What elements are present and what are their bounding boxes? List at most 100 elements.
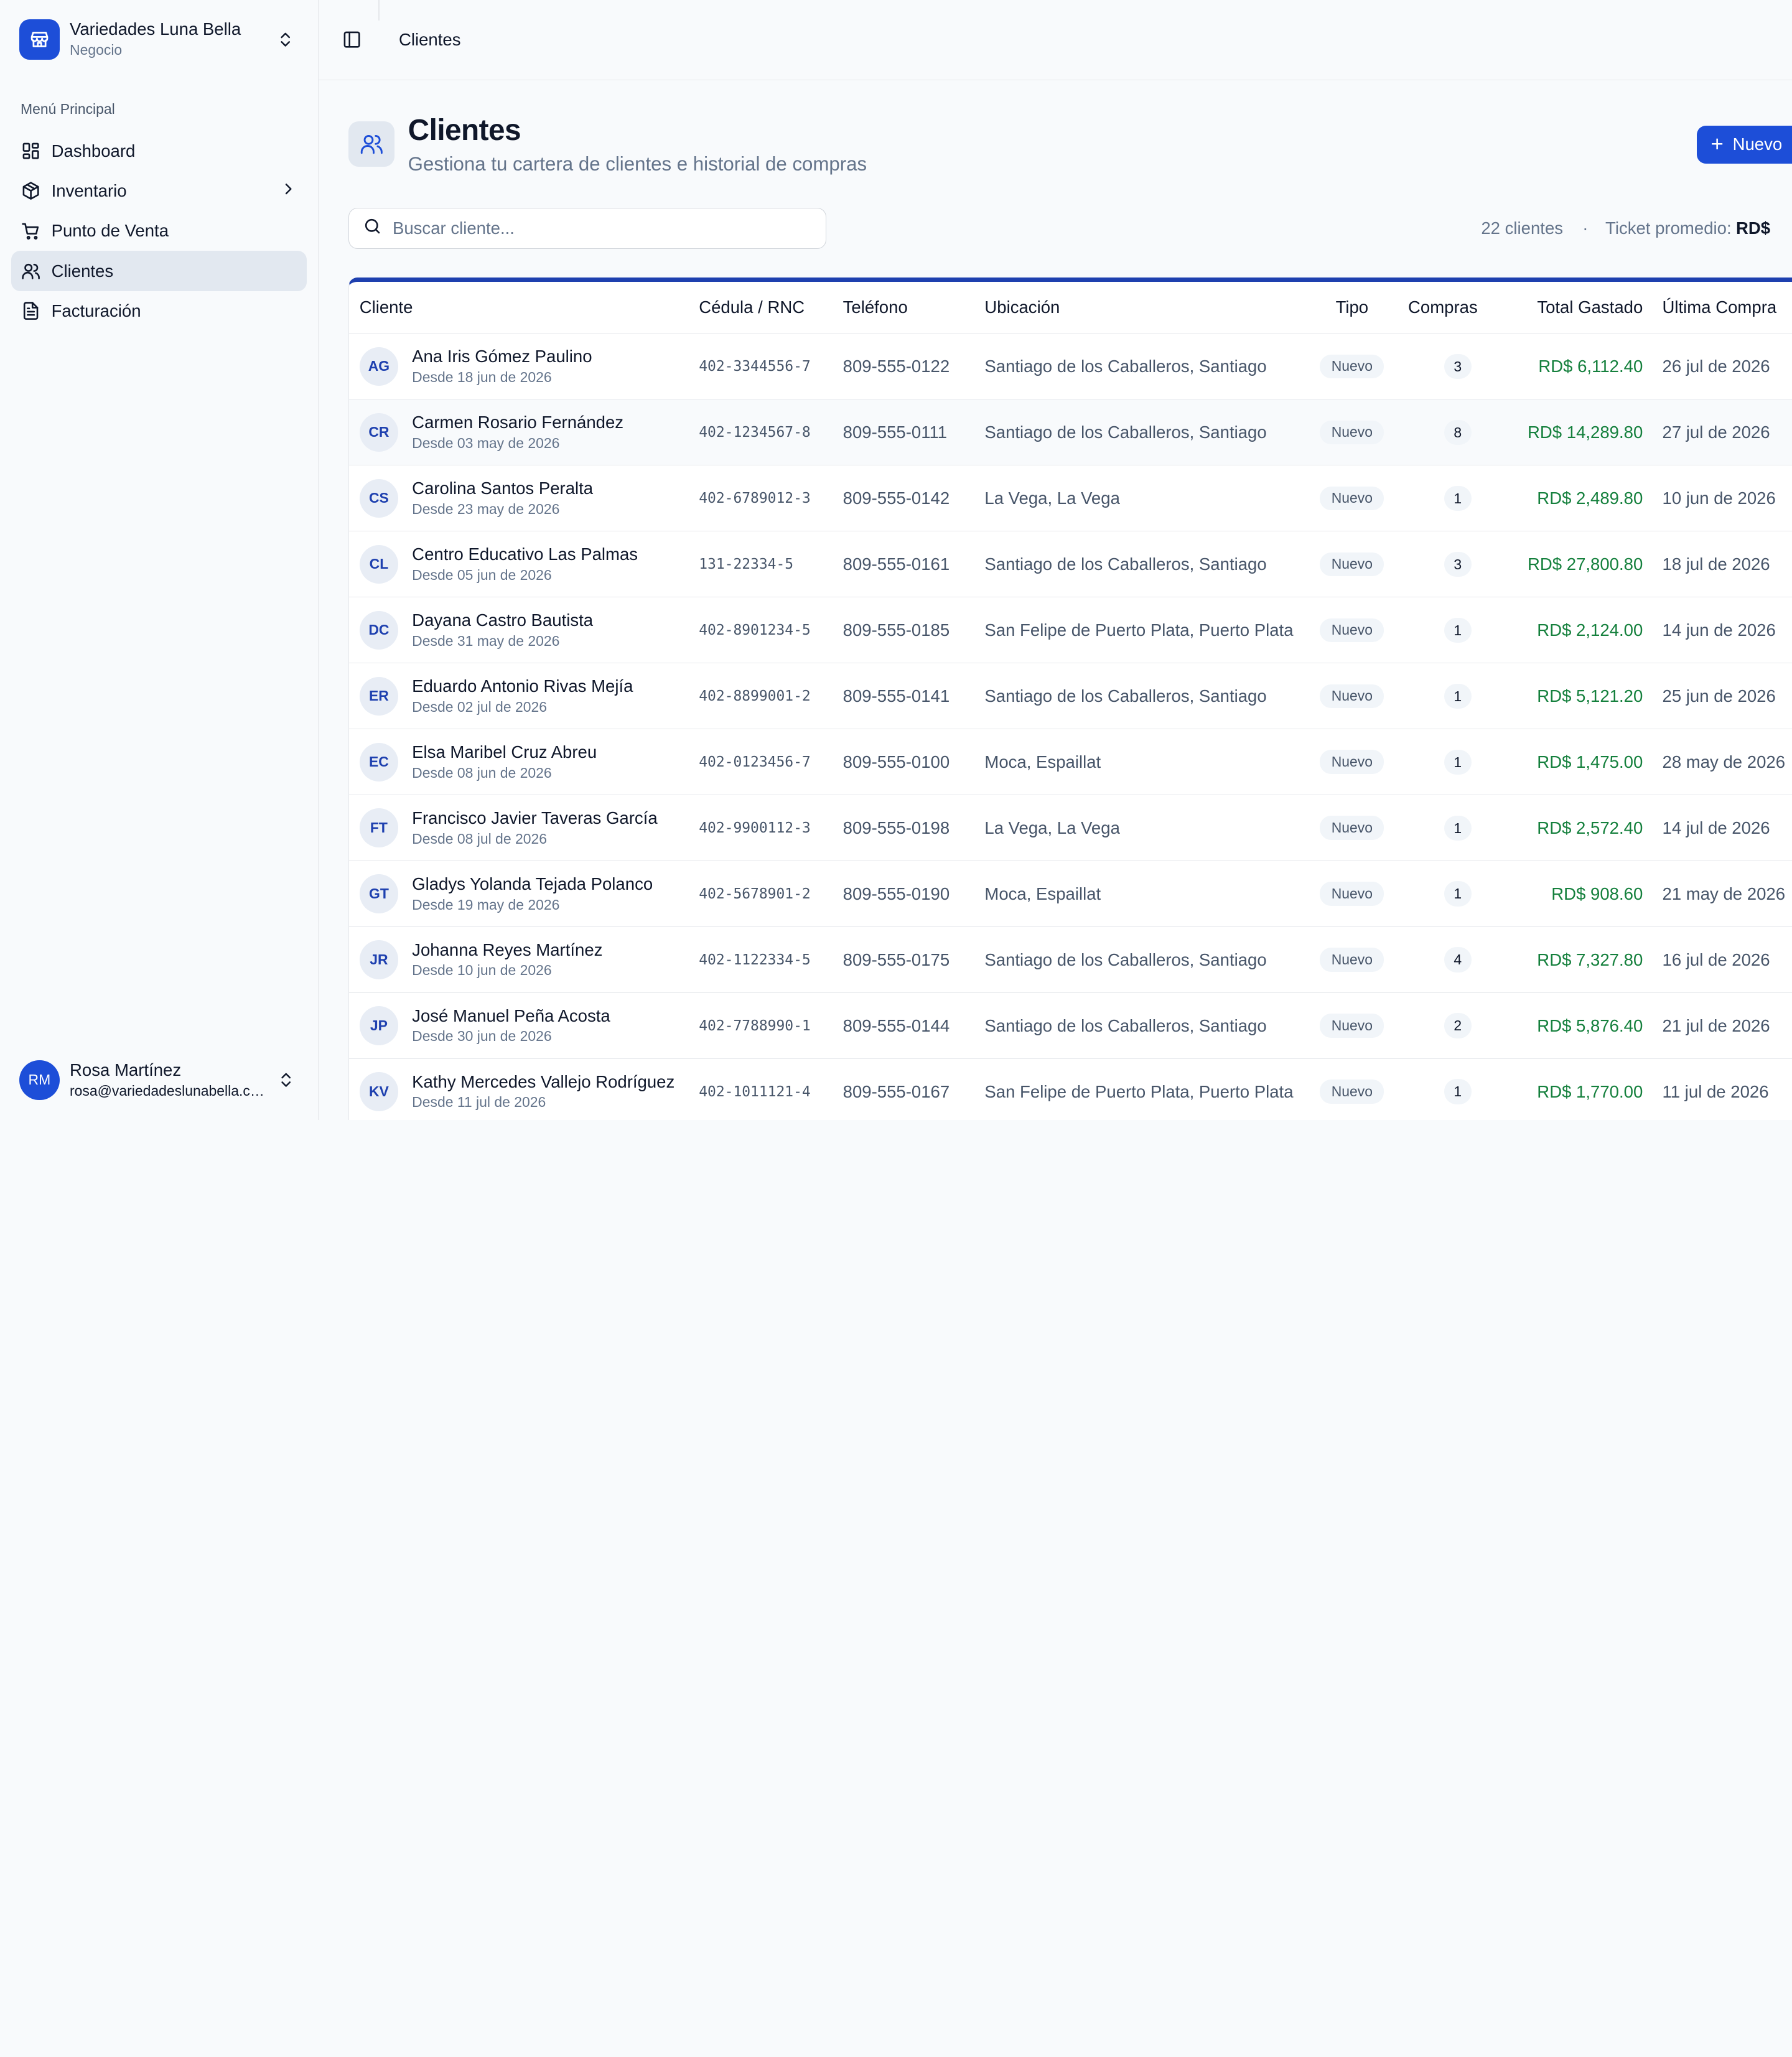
sidebar-item-dashboard[interactable]: Dashboard	[11, 131, 307, 171]
client-since: Desde 03 may de 2026	[412, 434, 560, 451]
client-phone: 809-555-0122	[842, 333, 985, 400]
user-name: Rosa Martínez	[70, 1060, 182, 1080]
chevrons-up-down-icon	[276, 30, 294, 49]
total-spent: RD$ 14,289.80	[1496, 399, 1651, 466]
sidebar-item-inventario[interactable]: Inventario	[11, 171, 307, 211]
total-spent: RD$ 6,112.40	[1496, 333, 1651, 400]
client-avatar: KV	[359, 1072, 399, 1111]
purchase-count: 1	[1444, 749, 1472, 775]
user-menu[interactable]: RM Rosa Martínez rosa@variedadeslunabell…	[0, 1040, 319, 1120]
client-since: Desde 08 jul de 2026	[412, 830, 547, 847]
client-name: José Manuel Peña Acosta	[412, 1005, 610, 1025]
client-type-badge: Nuevo	[1320, 882, 1384, 906]
column-header-compras[interactable]: Compras	[1389, 282, 1497, 334]
purchase-count: 3	[1444, 353, 1472, 380]
client-cedula: 402-5678901-2	[699, 861, 843, 928]
table-row[interactable]: GT Gladys Yolanda Tejada Polanco Desde 19 …	[349, 861, 1792, 928]
total-spent: RD$ 5,876.40	[1496, 992, 1651, 1060]
client-type-badge: Nuevo	[1320, 618, 1384, 643]
purchase-count: 1	[1444, 617, 1472, 643]
chevrons-up-down-icon	[277, 1071, 295, 1089]
table-row[interactable]: CL Centro Educativo Las Palmas Desde 05 ju…	[349, 531, 1792, 598]
sidebar-item-clientes[interactable]: Clientes	[11, 251, 307, 291]
cart-icon	[21, 221, 41, 241]
table-row[interactable]: CR Carmen Rosario Fernández Desde 03 may d…	[349, 399, 1792, 466]
client-name: Centro Educativo Las Palmas	[412, 544, 638, 564]
client-name: Dayana Castro Bautista	[412, 610, 594, 630]
column-header-cedula[interactable]: Cédula / RNC	[699, 282, 843, 334]
client-cedula: 402-1011121-4	[699, 1058, 843, 1120]
table-row[interactable]: JR Johanna Reyes Martínez Desde 10 jun de …	[349, 926, 1792, 994]
last-purchase: 18 jul de 2026	[1651, 531, 1792, 598]
column-header-ubicacion[interactable]: Ubicación	[984, 282, 1315, 334]
total-spent: RD$ 2,489.80	[1496, 465, 1651, 532]
sidebar-item-punto-de-venta[interactable]: Punto de Venta	[11, 211, 307, 251]
search-input[interactable]	[392, 218, 805, 239]
total-spent: RD$ 7,327.80	[1496, 926, 1651, 994]
client-type-badge: Nuevo	[1320, 420, 1384, 445]
column-header-total[interactable]: Total Gastado	[1496, 282, 1651, 334]
total-spent: RD$ 2,124.00	[1496, 597, 1651, 664]
client-name: Elsa Maribel Cruz Abreu	[412, 742, 597, 762]
sidebar-toggle-button[interactable]	[342, 29, 362, 50]
file-text-icon	[21, 301, 41, 321]
column-header-tipo[interactable]: Tipo	[1315, 282, 1389, 334]
client-avatar: CS	[359, 478, 399, 518]
table-row[interactable]: EC Elsa Maribel Cruz Abreu Desde 08 jun de…	[349, 729, 1792, 796]
table-row[interactable]: JP José Manuel Peña Acosta Desde 30 jun de…	[349, 992, 1792, 1060]
table-row[interactable]: KV Kathy Mercedes Vallejo Rodríguez Desde …	[349, 1058, 1792, 1120]
client-avatar: CR	[359, 413, 399, 452]
sidebar-item-facturacion[interactable]: Facturación	[11, 291, 307, 331]
new-client-button[interactable]: + Nuevo	[1697, 126, 1792, 164]
package-icon	[21, 181, 41, 202]
column-header-telefono[interactable]: Teléfono	[842, 282, 985, 334]
table-row[interactable]: DC Dayana Castro Bautista Desde 31 may de …	[349, 597, 1792, 664]
client-phone: 809-555-0198	[842, 795, 985, 862]
client-phone: 809-555-0144	[842, 992, 985, 1060]
client-type-badge: Nuevo	[1320, 750, 1384, 775]
last-purchase: 14 jun de 2026	[1651, 597, 1792, 664]
purchase-count: 1	[1444, 683, 1472, 709]
client-cedula: 402-7788990-1	[699, 992, 843, 1060]
client-name: Carolina Santos Peralta	[412, 478, 594, 498]
topbar: Clientes	[319, 0, 1792, 80]
main-content: Clientes Clientes Gestiona tu cartera de…	[319, 0, 1792, 1120]
business-switcher[interactable]: Variedades Luna Bella Negocio	[0, 0, 318, 62]
client-phone: 809-555-0161	[842, 531, 985, 598]
client-cedula: 402-8901234-5	[699, 597, 843, 664]
sidebar-item-label: Dashboard	[51, 141, 136, 161]
last-purchase: 14 jul de 2026	[1651, 795, 1792, 862]
sidebar-item-label: Inventario	[51, 181, 127, 201]
client-type-badge: Nuevo	[1320, 816, 1384, 840]
table-row[interactable]: FT Francisco Javier Taveras García Desde 0…	[349, 795, 1792, 862]
client-type-badge: Nuevo	[1320, 354, 1384, 379]
client-type-badge: Nuevo	[1320, 948, 1384, 972]
column-header-cliente[interactable]: Cliente	[349, 282, 699, 334]
client-name: Kathy Mercedes Vallejo Rodríguez	[412, 1071, 675, 1091]
table-row[interactable]: ER Eduardo Antonio Rivas Mejía Desde 02 ju…	[349, 663, 1792, 730]
sidebar: Variedades Luna Bella Negocio Menú Princ…	[0, 0, 319, 1120]
client-avatar: EC	[359, 742, 399, 781]
purchase-count: 8	[1444, 419, 1472, 445]
sidebar-item-label: Clientes	[51, 261, 114, 281]
client-type-badge: Nuevo	[1320, 486, 1384, 511]
last-purchase: 11 jul de 2026	[1651, 1058, 1792, 1120]
purchase-count: 2	[1444, 1013, 1472, 1038]
client-cedula: 402-1122334-5	[699, 926, 843, 994]
client-phone: 809-555-0190	[842, 861, 985, 928]
user-email: rosa@variedadeslunabella.com	[70, 1082, 266, 1099]
client-avatar: DC	[359, 610, 399, 650]
client-location: San Felipe de Puerto Plata, Puerto Plata	[984, 1058, 1315, 1120]
sidebar-item-label: Facturación	[51, 301, 141, 320]
client-name: Ana Iris Gómez Paulino	[412, 346, 592, 366]
new-client-label: Nuevo	[1732, 134, 1783, 154]
client-cedula: 131-22334-5	[699, 531, 843, 598]
client-since: Desde 05 jun de 2026	[412, 566, 552, 583]
client-name: Carmen Rosario Fernández	[412, 412, 624, 432]
table-row[interactable]: CS Carolina Santos Peralta Desde 23 may de…	[349, 465, 1792, 532]
client-count: 22 clientes	[1481, 218, 1564, 238]
column-header-ultima[interactable]: Última Compra	[1651, 282, 1792, 334]
client-since: Desde 10 jun de 2026	[412, 962, 552, 979]
table-row[interactable]: AG Ana Iris Gómez Paulino Desde 18 jun de …	[349, 333, 1792, 400]
client-type-badge: Nuevo	[1320, 1080, 1384, 1104]
